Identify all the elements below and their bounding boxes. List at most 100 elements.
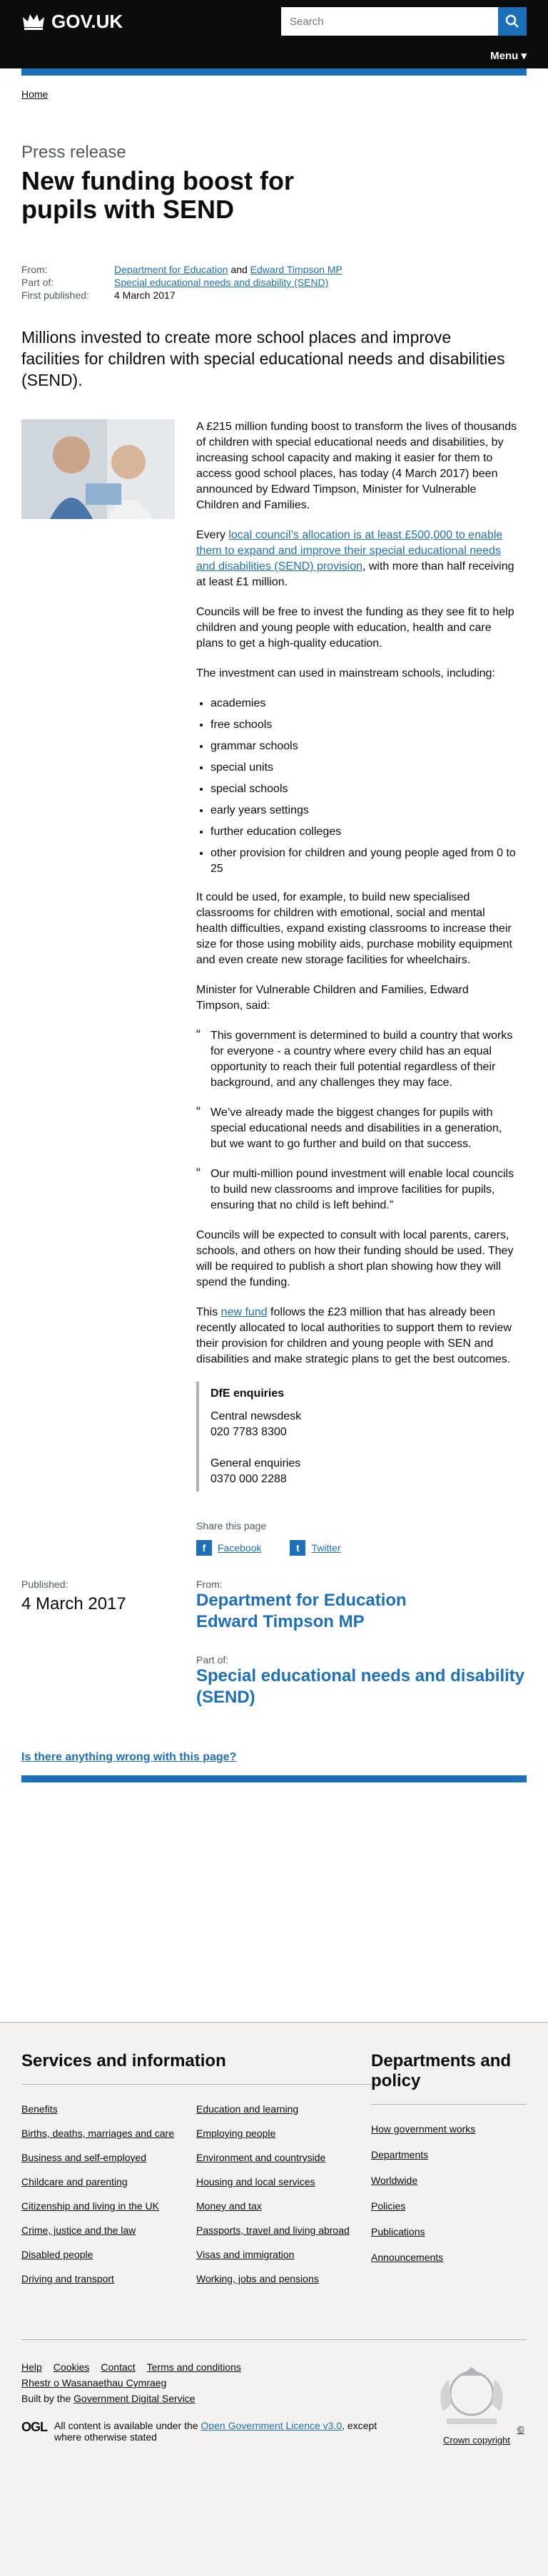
crown-copyright: © Crown copyright: [427, 2361, 527, 2446]
footer-link[interactable]: Departments: [371, 2148, 527, 2161]
list-item: further education colleges: [210, 824, 517, 840]
footer-link[interactable]: Driving and transport: [21, 2272, 196, 2285]
menu-button[interactable]: Menu ▾: [490, 49, 527, 62]
report-problem-link[interactable]: Is there anything wrong with this page?: [21, 1751, 236, 1763]
phone-number: 0370 000 2288: [210, 1473, 287, 1485]
share-twitter[interactable]: t Twitter: [290, 1540, 341, 1556]
footer-link[interactable]: Visas and immigration: [196, 2248, 371, 2261]
new-fund-link[interactable]: new fund: [221, 1306, 268, 1318]
footer-link[interactable]: Disabled people: [21, 2248, 196, 2261]
ogl-logo: OGL: [21, 2420, 48, 2434]
footer-meta-links: Help Cookies Contact Terms and condition…: [21, 2361, 378, 2388]
gds-link[interactable]: Government Digital Service: [73, 2393, 195, 2404]
footer-link[interactable]: Worldwide: [371, 2174, 527, 2187]
meta-published: First published: 4 March 2017: [21, 289, 176, 301]
document-type: Press release: [21, 143, 126, 162]
paragraph: Minister for Vulnerable Children and Fam…: [196, 984, 469, 1012]
phone-number: 020 7783 8300: [210, 1426, 287, 1438]
cookies-link[interactable]: Cookies: [54, 2361, 90, 2373]
footer-link[interactable]: Publications: [371, 2225, 527, 2238]
share-section: Share this page f Facebook t Twitter: [0, 1492, 548, 1556]
footer-link[interactable]: Benefits: [21, 2103, 196, 2115]
services-title: Services and information: [21, 2051, 371, 2085]
logo-text: GOV.UK: [51, 10, 123, 32]
from-org-link[interactable]: Department for Education: [114, 264, 228, 275]
share-facebook[interactable]: f Facebook: [196, 1540, 261, 1556]
contact-link[interactable]: Contact: [101, 2361, 135, 2373]
search-input[interactable]: [281, 7, 498, 36]
licence-link[interactable]: Open Government Licence v3.0: [201, 2420, 342, 2431]
image-column: [21, 419, 196, 1492]
footer-link[interactable]: How government works: [371, 2123, 527, 2135]
footer-part-of-link[interactable]: Special educational needs and disability…: [196, 1666, 524, 1707]
footer-link[interactable]: Crime, justice and the law: [21, 2224, 196, 2237]
quote: Our multi-million pound investment will …: [196, 1165, 517, 1213]
search-icon: [505, 14, 519, 28]
breadcrumb-home[interactable]: Home: [21, 88, 48, 100]
govuk-logo[interactable]: GOV.UK: [21, 11, 123, 33]
footer-link[interactable]: Working, jobs and pensions: [196, 2272, 371, 2285]
share-title: Share this page: [196, 1520, 267, 1531]
list-item: other provision for children and young p…: [210, 846, 517, 877]
footer-link[interactable]: Childcare and parenting: [21, 2175, 196, 2188]
footer-minister-link[interactable]: Edward Timpson MP: [196, 1612, 365, 1631]
paragraph: Every local council’s allocation is at l…: [196, 529, 514, 588]
footer-link[interactable]: Education and learning: [196, 2103, 371, 2115]
twitter-icon: t: [290, 1540, 306, 1556]
footer-link[interactable]: Business and self-employed: [21, 2151, 196, 2164]
search-button[interactable]: [498, 7, 527, 36]
crown-icon: [23, 14, 44, 30]
quote: We’ve already made the biggest changes f…: [196, 1104, 517, 1152]
footer-link[interactable]: Employing people: [196, 2127, 371, 2140]
nav-bar: Menu ▾: [0, 43, 548, 68]
contact-box: DfE enquiries Central newsdesk 020 7783 …: [196, 1382, 517, 1492]
search-form: [281, 7, 527, 36]
header-accent-bar: [21, 68, 527, 76]
article-body: A £215 million funding boost to transfor…: [196, 419, 517, 1492]
meta-from: From: Department for Education and Edwar…: [21, 264, 342, 275]
contact-title: DfE enquiries: [210, 1387, 285, 1400]
footer-link[interactable]: Money and tax: [196, 2200, 371, 2212]
list-item: academies: [210, 696, 517, 712]
summary: Millions invested to create more school …: [21, 328, 505, 389]
provision-list: academies free schools grammar schools s…: [196, 696, 517, 877]
list-item: early years settings: [210, 803, 517, 819]
site-header: GOV.UK: [0, 0, 548, 43]
article-image: [21, 419, 175, 519]
footer-link[interactable]: Births, deaths, marriages and care: [21, 2127, 196, 2140]
metadata: From: Department for Education and Edwar…: [0, 224, 548, 302]
royal-arms-icon: [440, 2367, 503, 2424]
footer-link[interactable]: Housing and local services: [196, 2175, 371, 2188]
departments-title: Departments and policy: [371, 2051, 527, 2105]
footer-link[interactable]: Citizenship and living in the UK: [21, 2200, 196, 2212]
list-item: special schools: [210, 781, 517, 797]
site-footer: Services and information Benefits Educat…: [0, 2022, 548, 2576]
paragraph: Councils will be expected to consult wit…: [196, 1229, 514, 1288]
list-item: special units: [210, 760, 517, 776]
document-footer: Published: 4 March 2017 From: Department…: [21, 1579, 525, 1707]
paragraph: Councils will be free to invest the fund…: [196, 606, 514, 650]
footer-link[interactable]: Passports, travel and living abroad: [196, 2224, 371, 2237]
help-link[interactable]: Help: [21, 2361, 42, 2373]
footer-link[interactable]: Policies: [371, 2200, 527, 2212]
services-column: Services and information Benefits Educat…: [21, 2051, 371, 2297]
list-item: grammar schools: [210, 739, 517, 754]
paragraph: This new fund follows the £23 million th…: [196, 1306, 512, 1365]
from-minister-link[interactable]: Edward Timpson MP: [250, 264, 342, 275]
list-item: free schools: [210, 717, 517, 733]
welsh-services-link[interactable]: Rhestr o Wasanaethau Cymraeg: [21, 2377, 166, 2388]
footer-link[interactable]: Announcements: [371, 2251, 527, 2264]
main-content: A £215 million funding boost to transfor…: [0, 391, 548, 1492]
footer-link[interactable]: Environment and countryside: [196, 2151, 371, 2164]
paragraph: The investment can used in mainstream sc…: [196, 667, 495, 679]
quote: This government is determined to build a…: [196, 1027, 517, 1091]
feedback-accent-bar: [21, 1775, 527, 1782]
footer-org-link[interactable]: Department for Education: [196, 1591, 407, 1610]
part-of-link[interactable]: Special educational needs and disability…: [114, 277, 328, 288]
chevron-down-icon: ▾: [521, 50, 527, 62]
terms-link[interactable]: Terms and conditions: [147, 2361, 241, 2373]
meta-part-of: Part of: Special educational needs and d…: [21, 277, 329, 288]
feedback-section: Is there anything wrong with this page?: [0, 1708, 548, 1782]
breadcrumb: Home: [0, 76, 548, 100]
published-date: 4 March 2017: [21, 1594, 126, 1613]
